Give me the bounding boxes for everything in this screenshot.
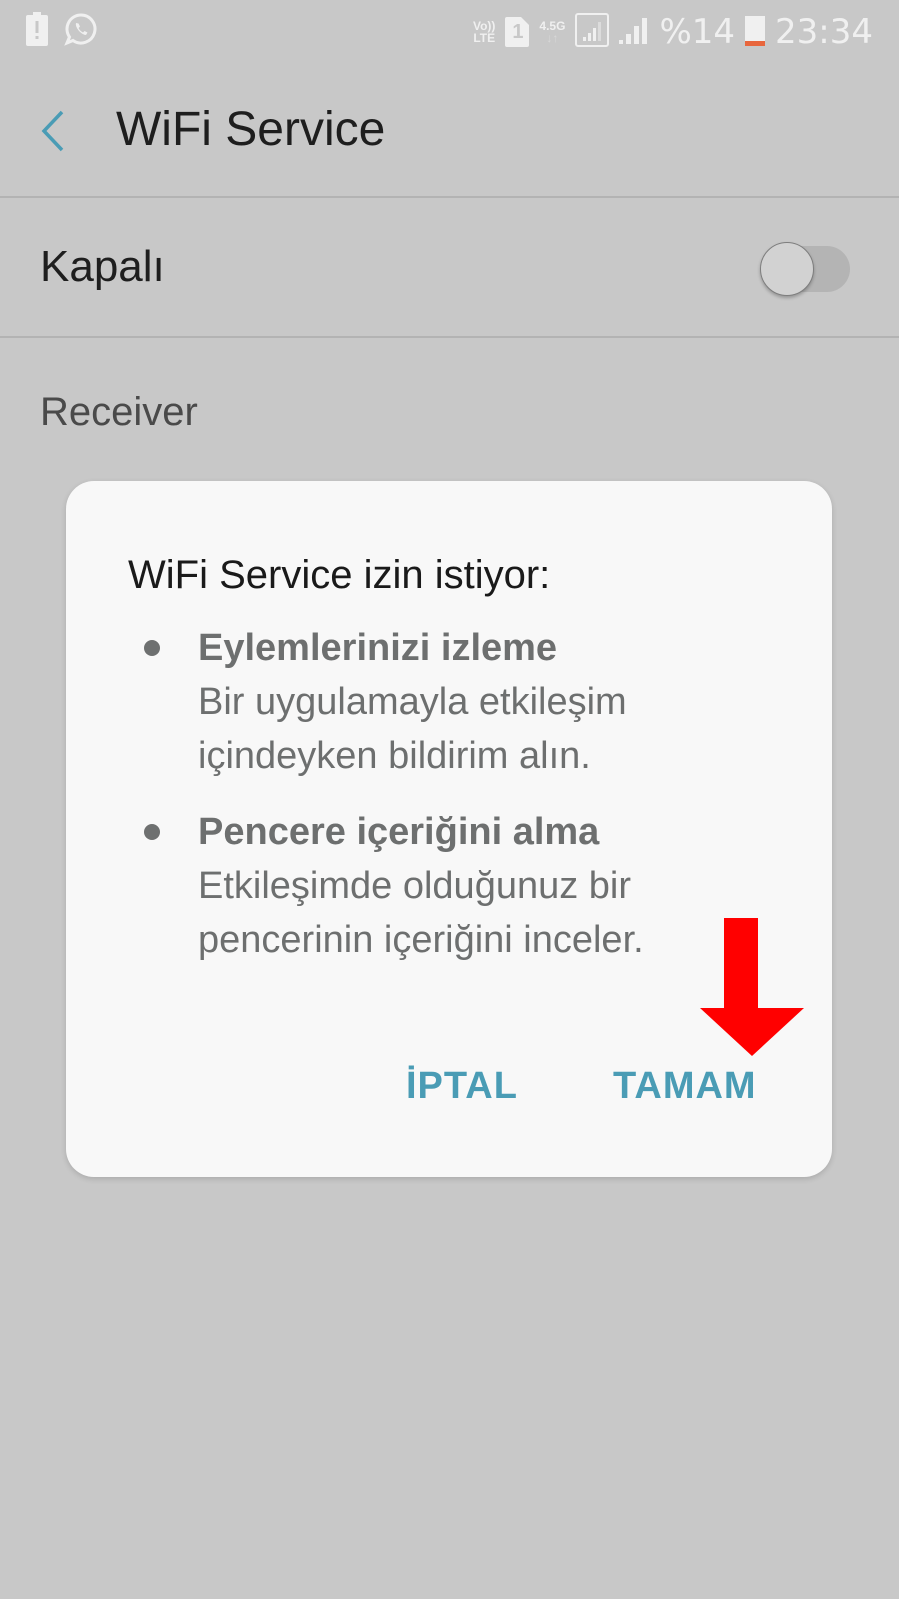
battery-alert-icon <box>26 12 48 51</box>
app-toolbar: WiFi Service <box>0 64 899 198</box>
chevron-left-icon <box>41 110 64 152</box>
back-button[interactable] <box>36 106 76 156</box>
data-activity-arrows: ↓↑ <box>546 31 559 45</box>
service-toggle[interactable] <box>760 242 852 296</box>
permission-title: Eylemlerinizi izleme <box>198 627 558 669</box>
permission-description: Bir uygulamayla etkileşim içindeyken bil… <box>198 681 627 777</box>
permission-title: Pencere içeriğini alma <box>198 811 600 853</box>
whatsapp-icon <box>64 12 98 51</box>
section-header-receiver: Receiver <box>40 390 198 434</box>
volte-bottom-text: LTE <box>473 31 496 45</box>
clock: 23:34 <box>775 12 873 52</box>
signal-strength-sim2-icon <box>619 15 649 50</box>
permission-dialog: WiFi Service izin istiyor: Eylemlerinizi… <box>66 481 832 1177</box>
bullet-icon <box>144 824 160 840</box>
dialog-title: WiFi Service izin istiyor: <box>128 553 551 597</box>
permission-item: Eylemlerinizi izleme Bir uygulamayla etk… <box>144 621 818 783</box>
battery-icon <box>745 14 766 51</box>
page-title: WiFi Service <box>116 103 386 156</box>
master-switch-row[interactable]: Kapalı <box>0 198 899 338</box>
arrow-down-icon <box>700 918 804 1056</box>
network-type-icon: 4.5G ↓↑ <box>539 20 565 44</box>
signal-strength-sim1-icon <box>575 12 610 52</box>
battery-percent: %14 <box>659 12 736 52</box>
permission-description: Etkileşimde olduğunuz bir pencerinin içe… <box>198 865 644 961</box>
switch-label: Kapalı <box>40 242 165 291</box>
status-bar: Vo)) LTE 1 4.5G ↓↑ %14 23:34 <box>0 0 899 64</box>
volte-icon: Vo)) LTE <box>473 20 495 44</box>
ok-button[interactable]: TAMAM <box>613 1065 757 1108</box>
cancel-button[interactable]: İPTAL <box>406 1065 518 1108</box>
bullet-icon <box>144 640 160 656</box>
sim-card-icon: 1 <box>505 17 530 47</box>
sim-number: 1 <box>512 21 524 43</box>
toggle-thumb <box>760 242 814 296</box>
